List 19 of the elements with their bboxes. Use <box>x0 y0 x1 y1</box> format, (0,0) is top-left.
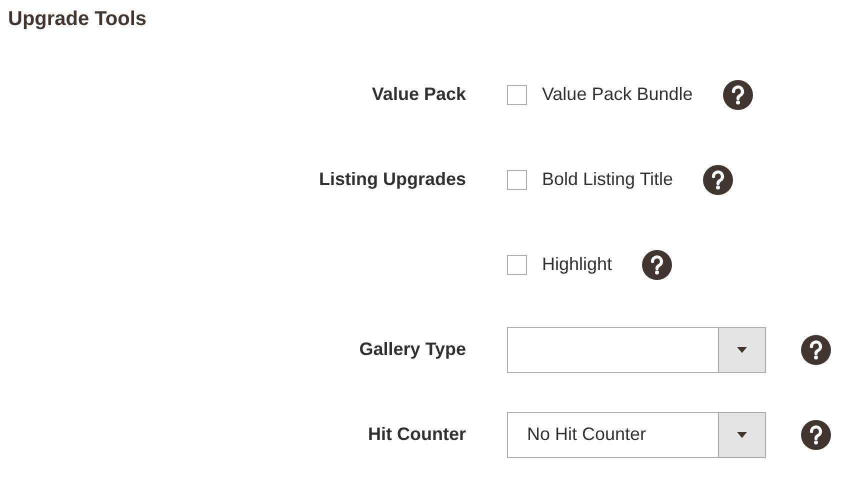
dropdown[interactable]: No Hit Counter <box>507 412 766 458</box>
field-label: Hit Counter <box>368 424 466 445</box>
help-icon[interactable] <box>642 250 672 280</box>
caret-icon <box>737 432 747 438</box>
help-icon[interactable] <box>801 420 831 450</box>
checkbox[interactable] <box>507 170 527 190</box>
field-label: Listing Upgrades <box>318 169 466 190</box>
help-icon[interactable] <box>722 80 753 110</box>
section-title: Upgrade Tools <box>8 7 148 32</box>
field-label: Gallery Type <box>359 339 466 360</box>
checkbox-label: Highlight <box>542 254 612 275</box>
checkbox-label: Value Pack Bundle <box>542 84 693 105</box>
checkbox-label: Bold Listing Title <box>542 169 674 190</box>
checkbox[interactable] <box>507 84 527 104</box>
checkbox[interactable] <box>507 254 527 274</box>
help-icon[interactable] <box>703 164 734 194</box>
help-icon[interactable] <box>801 334 831 364</box>
field-label: Value Pack <box>372 84 466 105</box>
caret-icon <box>737 346 747 352</box>
